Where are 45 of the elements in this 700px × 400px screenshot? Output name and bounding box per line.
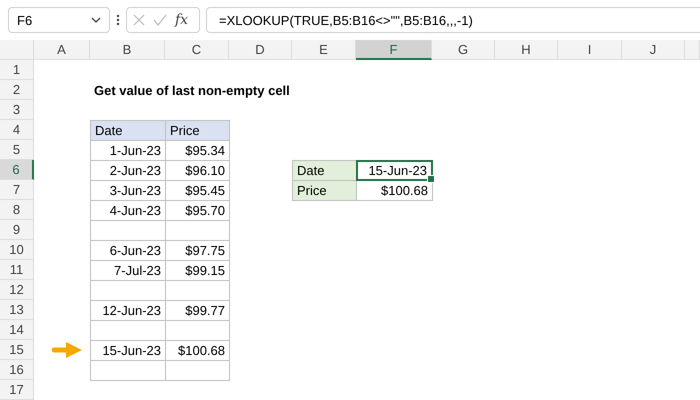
label-cell: Date xyxy=(292,160,357,181)
cancel-icon[interactable] xyxy=(133,14,145,26)
table-header-cell: Price xyxy=(165,120,230,141)
row-header[interactable]: 11 xyxy=(0,260,34,280)
column-header[interactable]: G xyxy=(432,40,495,60)
result-cell[interactable]: 15-Jun-23 xyxy=(356,160,433,181)
column-header[interactable]: F xyxy=(356,40,432,60)
column-header[interactable]: C xyxy=(165,40,229,60)
row-header[interactable]: 7 xyxy=(0,180,34,200)
fill-handle[interactable] xyxy=(427,175,435,183)
row-header[interactable]: 3 xyxy=(0,100,34,120)
row-header[interactable]: 5 xyxy=(0,140,34,160)
row-header[interactable]: 8 xyxy=(0,200,34,220)
row-header[interactable]: 15 xyxy=(0,340,34,360)
column-header[interactable]: E xyxy=(292,40,356,60)
insert-function-button[interactable]: fx xyxy=(175,12,188,28)
column-header[interactable]: J xyxy=(622,40,685,60)
column-header[interactable]: I xyxy=(558,40,622,60)
row-header[interactable]: 10 xyxy=(0,240,34,260)
row-header[interactable]: 16 xyxy=(0,360,34,380)
column-header[interactable]: A xyxy=(34,40,90,60)
formula-field[interactable]: =XLOOKUP(TRUE,B5:B16<>"",B5:B16,,,-1) xyxy=(206,7,700,33)
label-cell: Price xyxy=(292,180,357,201)
row-header[interactable]: 4 xyxy=(0,120,34,140)
table-header-cell: Date xyxy=(90,120,166,141)
column-header[interactable]: D xyxy=(229,40,292,60)
row-header[interactable]: 6 xyxy=(0,160,34,180)
row-header[interactable]: 14 xyxy=(0,320,34,340)
check-icon[interactable] xyxy=(153,14,167,26)
row-header[interactable]: 2 xyxy=(0,80,34,100)
result-cell[interactable]: $100.68 xyxy=(356,180,433,201)
column-header[interactable] xyxy=(685,40,700,60)
row-header[interactable]: 9 xyxy=(0,220,34,240)
select-all-corner[interactable] xyxy=(0,40,34,60)
more-icon[interactable] xyxy=(116,14,120,26)
row-header[interactable]: 13 xyxy=(0,300,34,320)
column-header[interactable]: B xyxy=(90,40,165,60)
caret-icon xyxy=(91,17,101,23)
name-box[interactable]: F6 xyxy=(8,7,110,33)
row-header[interactable]: 1 xyxy=(0,60,34,80)
row-header[interactable]: 12 xyxy=(0,280,34,300)
sheet-title: Get value of last non-empty cell xyxy=(93,82,291,100)
column-header[interactable]: H xyxy=(495,40,558,60)
row-header[interactable]: 17 xyxy=(0,380,34,400)
table-cell xyxy=(165,360,230,381)
